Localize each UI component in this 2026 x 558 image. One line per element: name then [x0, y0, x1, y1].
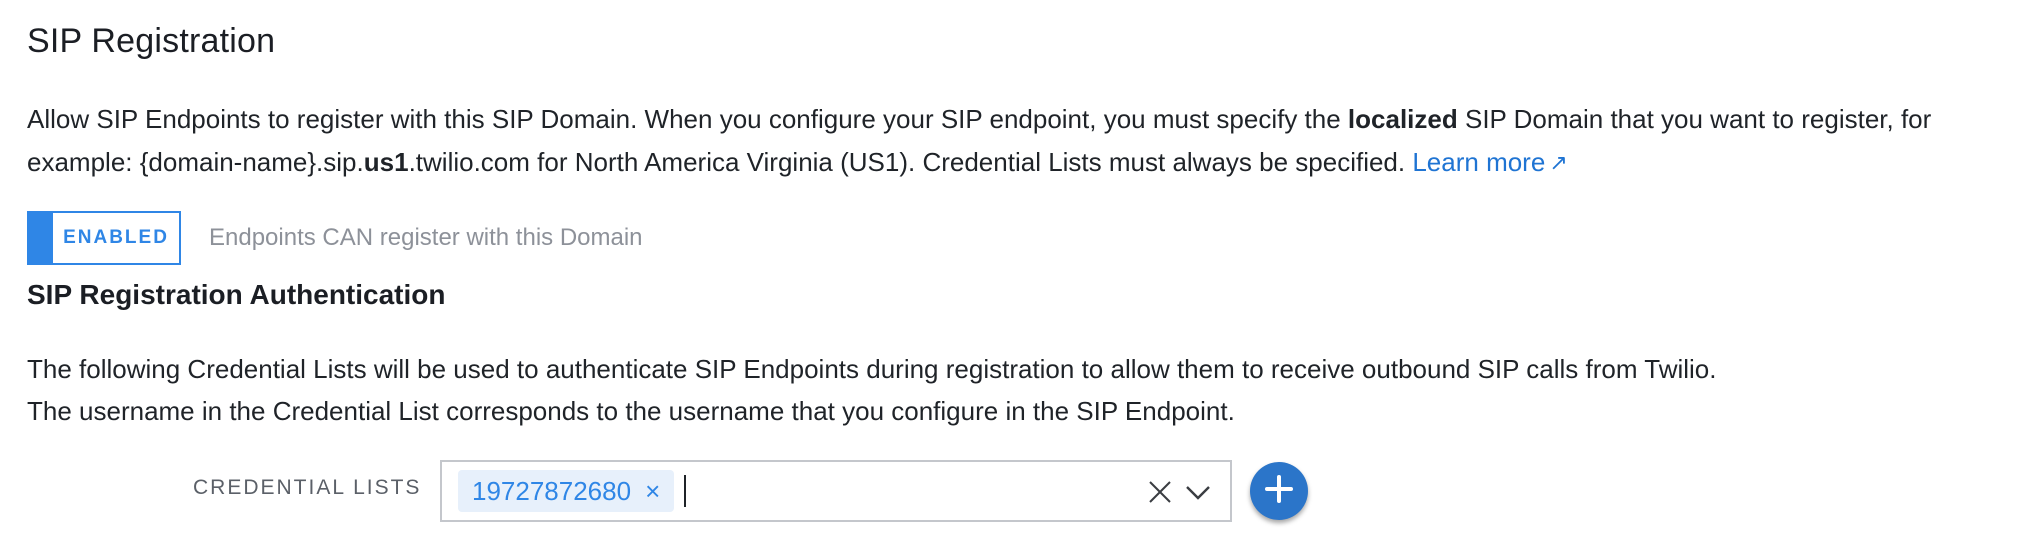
registration-enabled-toggle[interactable]: ENABLED: [27, 211, 181, 265]
authentication-description: The following Credential Lists will be u…: [27, 348, 2012, 432]
authentication-line-2: The username in the Credential List corr…: [27, 396, 1235, 426]
credential-lists-row: CREDENTIAL LISTS 19727872680 ×: [0, 460, 2026, 522]
external-link-arrow-icon: ↗: [1549, 150, 1568, 175]
text-cursor: [684, 475, 687, 507]
credential-lists-label: CREDENTIAL LISTS: [193, 476, 422, 499]
authentication-line-1: The following Credential Lists will be u…: [27, 354, 1717, 384]
registration-toggle-row: ENABLED Endpoints CAN register with this…: [27, 210, 643, 266]
registration-description: Allow SIP Endpoints to register with thi…: [27, 98, 2012, 184]
section-title: SIP Registration: [27, 22, 276, 60]
credential-lists-select[interactable]: 19727872680 ×: [440, 460, 1232, 522]
learn-more-label: Learn more: [1412, 147, 1546, 177]
toggle-state-label: ENABLED: [63, 227, 169, 248]
sip-registration-section: SIP Registration Allow SIP Endpoints to …: [0, 0, 2026, 558]
plus-icon: [1262, 472, 1296, 511]
description-text-3: .twilio.com for North America Virginia (…: [408, 147, 1413, 177]
add-credential-list-button[interactable]: [1250, 462, 1308, 520]
description-text-1: Allow SIP Endpoints to register with thi…: [27, 104, 1348, 134]
toggle-knob: [29, 213, 53, 263]
authentication-title: SIP Registration Authentication: [27, 279, 446, 310]
chip-label: 19727872680: [472, 475, 632, 506]
toggle-description: Endpoints CAN register with this Domain: [209, 224, 643, 251]
remove-chip-icon[interactable]: ×: [645, 478, 660, 504]
selected-credential-chip: 19727872680 ×: [458, 470, 675, 512]
description-bold-localized: localized: [1347, 104, 1458, 134]
close-icon[interactable]: [1144, 476, 1176, 508]
description-bold-region: us1: [363, 147, 409, 177]
chevron-down-icon[interactable]: [1182, 476, 1214, 508]
learn-more-link[interactable]: Learn more ↗: [1412, 147, 1567, 177]
